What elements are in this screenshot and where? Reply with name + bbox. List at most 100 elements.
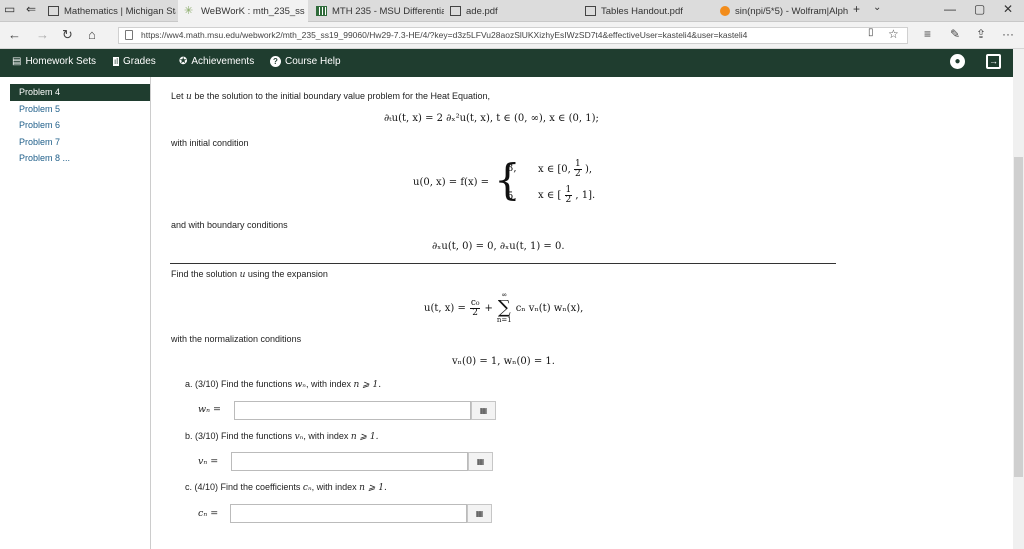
part-text-rest: , with index (305, 379, 351, 389)
intro-text: Let (171, 91, 184, 101)
tab-label: sin(npi/5*5) - Wolfram|Alph (735, 5, 849, 17)
fraction-c0-half: c₀ 2 (469, 297, 481, 318)
share-icon[interactable]: ⇪ (976, 27, 986, 41)
frac-den: 2 (472, 307, 479, 318)
part-var: cₙ (302, 483, 312, 493)
part-cond: n ⩾ 1. (353, 380, 382, 390)
answer-b-label: vₙ = (198, 456, 219, 467)
nav-homework-sets[interactable]: ▤ Homework Sets (12, 56, 96, 67)
page-icon (585, 6, 596, 16)
part-c-label: c. (4/10) Find the coefficients cₙ, with… (185, 482, 387, 493)
url-field[interactable]: https://ww4.math.msu.edu/webwork2/mth_23… (118, 27, 908, 44)
sigma-icon: ∑ (497, 297, 511, 318)
intro-text-rest: be the solution to the initial boundary … (194, 91, 491, 101)
tab-label: Mathematics | Michigan Sta (64, 5, 176, 17)
domain-pre: x ∈ [ (538, 190, 562, 201)
pen-icon[interactable]: ✎ (950, 27, 960, 41)
answer-c-input[interactable] (230, 504, 467, 523)
chevron-down-icon[interactable]: ⌄ (873, 2, 881, 13)
normalization-equation: vₙ(0) = 1, wₙ(0) = 1. (452, 356, 555, 367)
nav-grades[interactable]: ıl Grades (113, 56, 156, 67)
part-cond: n ⩾ 1. (350, 432, 379, 442)
star-badge-icon: ✪ (179, 56, 188, 67)
answer-a-input[interactable] (234, 401, 471, 420)
favorites-list-icon[interactable]: ≡ (924, 27, 931, 41)
home-icon[interactable]: ⌂ (88, 27, 96, 42)
ic-case2-value: 5, (507, 191, 517, 202)
nav-achievements[interactable]: ✪ Achievements (179, 56, 254, 67)
sidebar-item-problem-6[interactable]: Problem 6 (10, 117, 150, 134)
ic-case2-domain: x ∈ [ 12 , 1]. (538, 186, 595, 205)
equation-editor-c-icon[interactable]: ▦ (467, 504, 492, 523)
expansion-equation: u(t, x) = c₀ 2 + ∞ ∑ n=1 cₙ vₙ(t) wₙ(x), (424, 292, 583, 324)
scrollbar-thumb[interactable] (1014, 157, 1023, 477)
part-a-label: a. (3/10) Find the functions wₙ, with in… (185, 379, 381, 390)
frac-num: c₀ (469, 297, 481, 309)
sum-lower: n=1 (496, 316, 512, 324)
page-icon (450, 6, 461, 16)
summation: ∞ ∑ n=1 (497, 292, 512, 324)
back-tabs-icon[interactable]: ⇐ (26, 2, 36, 16)
nav-course-help[interactable]: ? Course Help (270, 56, 341, 67)
user-account-icon[interactable]: ● (950, 54, 965, 69)
favorite-star-icon[interactable]: ☆ (888, 27, 899, 41)
back-arrow-icon[interactable]: ← (8, 27, 21, 42)
sidebar-item-problem-8[interactable]: Problem 8 ... (10, 150, 150, 167)
tab-label: ade.pdf (466, 5, 498, 17)
frac-den: 2 (565, 195, 572, 205)
part-text: a. (3/10) Find the functions (185, 379, 293, 389)
tab-tables-handout[interactable]: Tables Handout.pdf (585, 0, 715, 22)
tab-webwork[interactable]: ✳ WeBWorK : mth_235_ss ✕ (178, 0, 308, 22)
answer-b-input[interactable] (231, 452, 468, 471)
equation-editor-a-icon[interactable]: ▦ (471, 401, 496, 420)
part-cond: n ⩾ 1. (359, 483, 387, 493)
grid-icon (316, 6, 327, 16)
expansion-rhs: cₙ vₙ(t) wₙ(x), (515, 302, 584, 314)
expansion-label: Find the solution u using the expansion (171, 269, 328, 280)
section-divider (170, 263, 836, 264)
fraction-half: 12 (564, 186, 573, 205)
reading-view-icon[interactable]: ▯ (868, 27, 874, 38)
sidebar-item-problem-5[interactable]: Problem 5 (10, 101, 150, 118)
minimize-icon[interactable]: — (944, 2, 956, 16)
logout-icon[interactable]: → (986, 54, 1001, 69)
intro-var: u (186, 92, 192, 102)
problem-intro: Let u be the solution to the initial bou… (171, 91, 490, 102)
sidebar-item-problem-7[interactable]: Problem 7 (10, 134, 150, 151)
forward-arrow-icon[interactable]: → (36, 27, 49, 42)
ic-case1-domain: x ∈ [0, 12 ), (538, 160, 592, 179)
close-window-icon[interactable]: ✕ (1003, 2, 1013, 16)
part-text-rest: , with index (311, 482, 357, 492)
refresh-icon[interactable]: ↻ (62, 27, 73, 43)
tab-mathematics[interactable]: Mathematics | Michigan Sta (48, 0, 176, 22)
heat-equation: ∂ₜu(t, x) = 2 ∂ₓ²u(t, x), t ∈ (0, ∞), x … (384, 113, 599, 124)
boundary-condition-label: and with boundary conditions (171, 220, 288, 230)
tab-label: MTH 235 - MSU Differentia (332, 5, 444, 17)
ic-lhs: u(0, x) = f(x) = (413, 177, 490, 188)
expansion-text: Find the solution (171, 269, 238, 279)
nav-label: Grades (123, 56, 156, 67)
address-bar-row: ← → ↻ ⌂ https://ww4.math.msu.edu/webwork… (0, 22, 1024, 49)
tab-wolfram[interactable]: sin(npi/5*5) - Wolfram|Alph (720, 0, 850, 22)
sidebar-divider (150, 77, 151, 549)
tab-mth235[interactable]: MTH 235 - MSU Differentia (316, 0, 444, 22)
part-text: b. (3/10) Find the functions (185, 431, 293, 441)
help-icon: ? (270, 56, 281, 67)
expansion-text-rest: using the expansion (247, 269, 328, 279)
expansion-var: u (239, 270, 246, 280)
tab-label: WeBWorK : mth_235_ss (201, 5, 305, 17)
answer-c-label: cₙ = (198, 508, 219, 519)
equation-editor-b-icon[interactable]: ▦ (468, 452, 493, 471)
tab-actions-icon[interactable]: ▭ (4, 2, 15, 16)
wolfram-icon (720, 6, 730, 16)
page-icon (48, 6, 59, 16)
more-icon[interactable]: ··· (1002, 27, 1014, 41)
webwork-nav-bar: ▤ Homework Sets ıl Grades ✪ Achievements… (0, 49, 1013, 77)
tab-ade-pdf[interactable]: ade.pdf (450, 0, 580, 22)
restore-icon[interactable]: ▢ (974, 2, 985, 16)
tab-label: Tables Handout.pdf (601, 5, 683, 17)
sidebar-item-problem-4[interactable]: Problem 4 (10, 84, 150, 101)
new-tab-icon[interactable]: + (853, 2, 860, 16)
answer-a-label: wₙ = (198, 404, 221, 415)
part-b-label: b. (3/10) Find the functions vₙ, with in… (185, 431, 379, 442)
